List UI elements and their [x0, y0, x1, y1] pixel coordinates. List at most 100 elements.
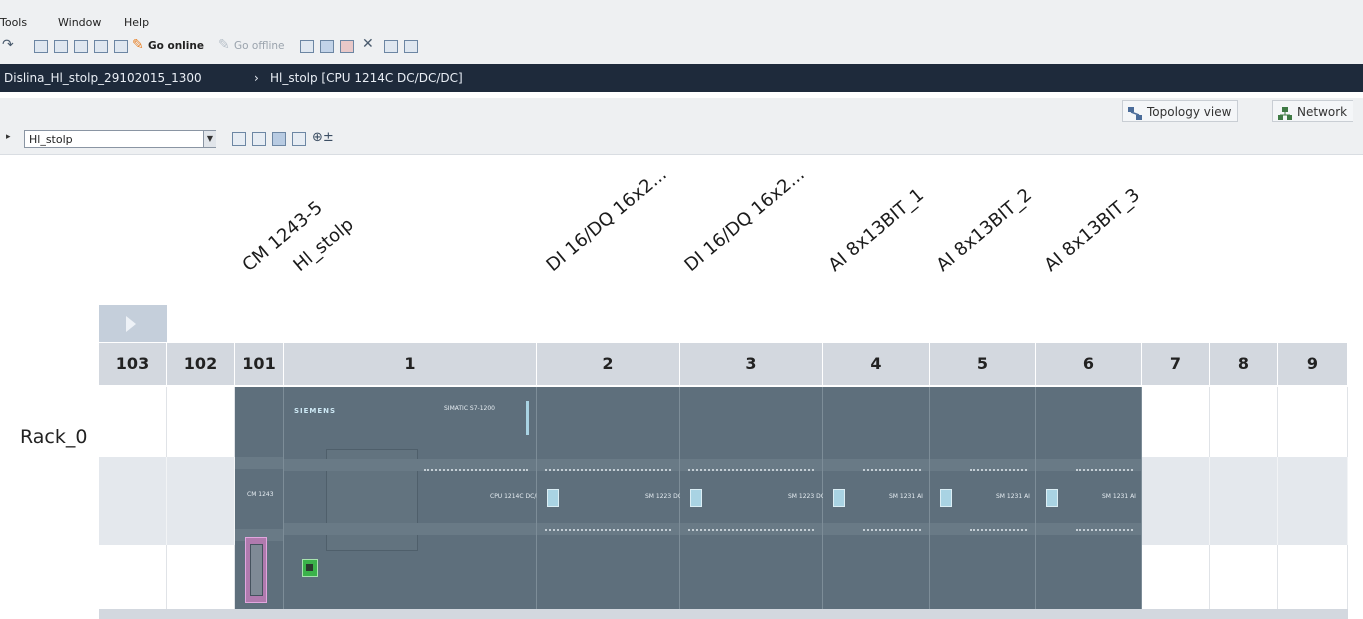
accessible-devices-icon[interactable]	[300, 40, 314, 53]
slot-header-2[interactable]: 2	[537, 343, 680, 385]
module-band	[235, 457, 283, 469]
terminal-row	[863, 529, 921, 534]
simulation-icon[interactable]	[94, 40, 108, 53]
download-icon[interactable]	[54, 40, 68, 53]
module-labels-icon[interactable]	[252, 132, 266, 146]
empty-slot-7-top[interactable]	[1142, 387, 1210, 457]
slot-header-102[interactable]: 102	[167, 343, 235, 385]
device-config-icon[interactable]	[114, 40, 128, 53]
monitor-icon[interactable]	[320, 40, 334, 53]
show-labels-icon[interactable]	[272, 132, 286, 146]
close-icon[interactable]: ✕	[362, 36, 374, 52]
expand-rack-button[interactable]	[99, 305, 167, 342]
main-toolbar: ↷ ✎ Go online ✎ Go offline ✕	[0, 30, 1363, 65]
empty-slot-8-top[interactable]	[1210, 387, 1278, 457]
slot-header-9[interactable]: 9	[1278, 343, 1348, 385]
chevron-down-icon[interactable]: ▼	[203, 131, 216, 147]
profibus-port[interactable]	[245, 537, 267, 603]
go-online-icon[interactable]: ✎	[132, 37, 144, 53]
split-horizontal-icon[interactable]	[384, 40, 398, 53]
slot-header-101[interactable]: 101	[235, 343, 284, 385]
menu-window[interactable]: Window	[58, 16, 101, 29]
module-ai-1[interactable]: SM 1231 AI	[823, 387, 930, 609]
redo-icon[interactable]: ↷	[2, 37, 14, 53]
slot-header-3[interactable]: 3	[680, 343, 823, 385]
breadcrumb-device[interactable]: Hl_stolp [CPU 1214C DC/DC/DC]	[270, 64, 463, 92]
topology-icon	[1128, 105, 1142, 120]
ethernet-connector-icon	[306, 564, 313, 571]
profibus-connector-icon	[250, 544, 263, 596]
terminal-row	[970, 469, 1027, 474]
empty-slot-103-mid[interactable]	[99, 457, 167, 545]
module-cpu-1214c[interactable]: SIEMENS SIMATIC S7-1200 CPU 1214C DC/DC/…	[284, 387, 556, 609]
slot-header-7[interactable]: 7	[1142, 343, 1210, 385]
rack-name: Rack_0	[20, 426, 88, 448]
module-band	[284, 523, 536, 535]
empty-slot-103-bot[interactable]	[99, 545, 167, 609]
breadcrumb-separator: ›	[254, 71, 259, 85]
compile-icon[interactable]	[34, 40, 48, 53]
menu-help[interactable]: Help	[124, 16, 149, 29]
empty-slot-7-mid[interactable]	[1142, 457, 1210, 545]
module-status-window	[940, 489, 952, 507]
device-select[interactable]: Hl_stolp	[24, 130, 216, 148]
device-data-icon[interactable]	[232, 132, 246, 146]
label-ai-3: AI 8x13BIT_3	[1040, 184, 1144, 276]
module-di-dq-2[interactable]: SM 1223 DC	[680, 387, 825, 609]
breadcrumb-project[interactable]: Dislina_Hl_stolp_29102015_1300	[4, 64, 202, 92]
empty-slot-8-mid[interactable]	[1210, 457, 1278, 545]
ethernet-port[interactable]	[302, 559, 318, 577]
terminal-row	[688, 469, 814, 474]
go-online-button[interactable]: Go online	[148, 40, 204, 52]
terminal-row	[545, 469, 671, 474]
device-toolbar: ▸ Hl_stolp ▼ ⊕±	[0, 126, 1363, 155]
go-offline-button[interactable]: Go offline	[234, 40, 285, 52]
label-ai-2: AI 8x13BIT_2	[932, 184, 1036, 276]
upload-icon[interactable]	[74, 40, 88, 53]
cm-module-text: CM 1243	[247, 491, 274, 498]
grid-icon[interactable]	[292, 132, 306, 146]
breadcrumb: Dislina_Hl_stolp_29102015_1300 › Hl_stol…	[0, 64, 1363, 92]
empty-slot-9-mid[interactable]	[1278, 457, 1348, 545]
slot-header-6[interactable]: 6	[1036, 343, 1142, 385]
module-cm-1243-5[interactable]: CM 1243	[235, 387, 284, 609]
empty-slot-102-top[interactable]	[167, 387, 235, 457]
empty-slot-102-mid[interactable]	[167, 457, 235, 545]
network-view-tab[interactable]: Network	[1272, 100, 1354, 122]
topology-view-tab[interactable]: Topology view	[1122, 100, 1239, 122]
go-offline-icon: ✎	[218, 37, 230, 53]
slot-header-4[interactable]: 4	[823, 343, 930, 385]
module-ai-2[interactable]: SM 1231 AI	[930, 387, 1036, 609]
sm-module-text: SM 1223 DC	[788, 493, 825, 500]
empty-slot-8-bot[interactable]	[1210, 545, 1278, 609]
empty-slot-103-top[interactable]	[99, 387, 167, 457]
empty-slot-7-bot[interactable]	[1142, 545, 1210, 609]
module-status-window	[690, 489, 702, 507]
network-view-label: Network	[1297, 105, 1348, 119]
menu-tools[interactable]: Tools	[0, 16, 27, 29]
label-di-dq-2: DI 16/DQ 16x2...	[680, 163, 809, 276]
split-vertical-icon[interactable]	[404, 40, 418, 53]
slot-header-8[interactable]: 8	[1210, 343, 1278, 385]
module-ai-3[interactable]: SM 1231 AI	[1036, 387, 1142, 609]
module-di-dq-1[interactable]: SM 1223 DC	[537, 387, 682, 609]
terminal-row	[545, 529, 671, 534]
terminal-row	[863, 469, 921, 474]
empty-slot-9-bot[interactable]	[1278, 545, 1348, 609]
cpu-series-text: SIMATIC S7-1200	[444, 405, 495, 412]
expand-arrow-icon	[126, 316, 136, 332]
nav-arrow-icon[interactable]: ▸	[6, 132, 11, 142]
label-di-dq-1: DI 16/DQ 16x2...	[542, 163, 671, 276]
menu-bar: Tools Window Help	[0, 0, 1363, 30]
ai-module-text: SM 1231 AI	[889, 493, 923, 500]
siemens-logo: SIEMENS	[294, 407, 337, 415]
zoom-icon[interactable]: ⊕±	[312, 130, 334, 145]
stop-cpu-icon[interactable]	[340, 40, 354, 53]
sm-module-text: SM 1223 DC	[645, 493, 682, 500]
empty-slot-102-bot[interactable]	[167, 545, 235, 609]
topology-view-label: Topology view	[1147, 105, 1232, 119]
slot-header-1[interactable]: 1	[284, 343, 537, 385]
empty-slot-9-top[interactable]	[1278, 387, 1348, 457]
slot-header-103[interactable]: 103	[99, 343, 167, 385]
slot-header-5[interactable]: 5	[930, 343, 1036, 385]
